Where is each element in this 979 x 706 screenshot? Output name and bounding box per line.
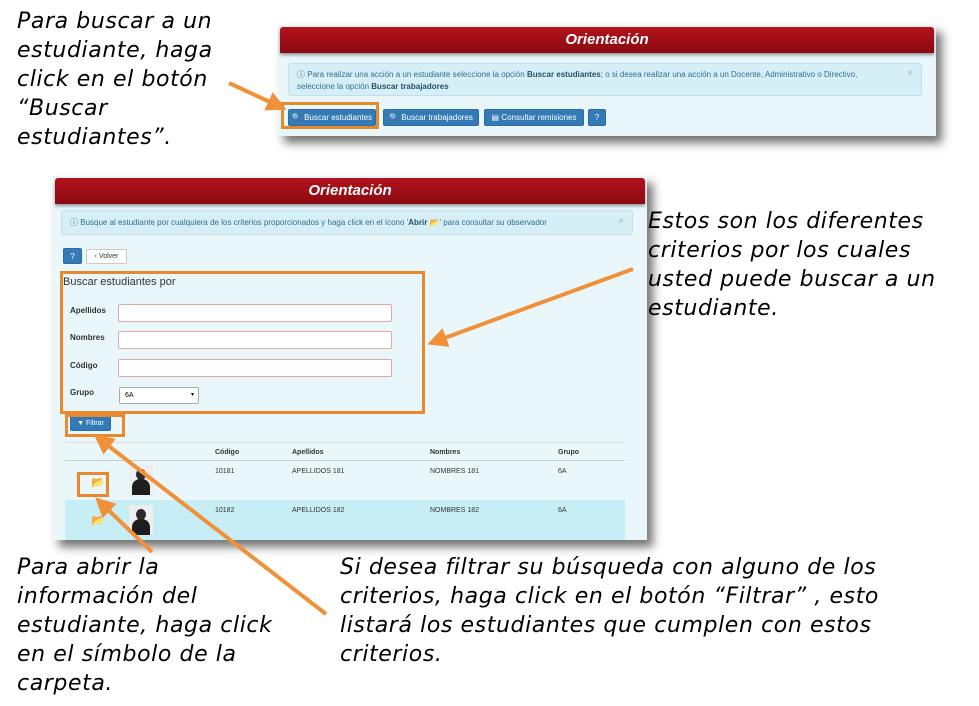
arrow-to-folder: [95, 497, 154, 554]
annotation-arrows: [93, 81, 634, 616]
arrow-to-criterios: [427, 267, 634, 347]
arrow-to-filtrar: [93, 434, 328, 616]
arrow-to-buscar-estudiantes: [228, 81, 287, 111]
